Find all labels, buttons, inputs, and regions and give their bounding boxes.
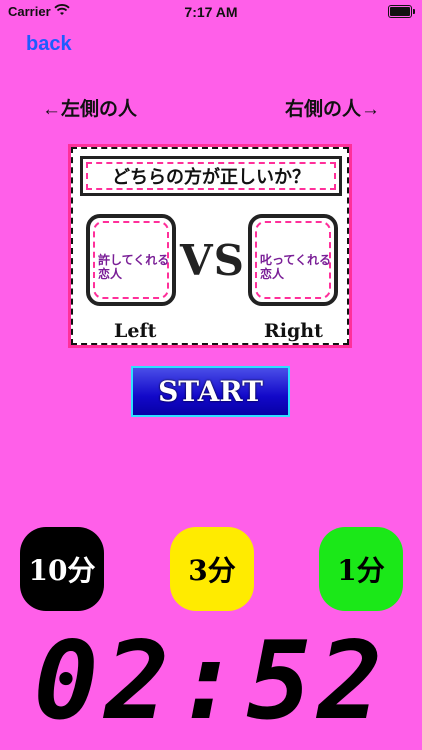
left-label: Left bbox=[114, 320, 157, 342]
question-text: どちらの方が正しいか？ bbox=[112, 167, 310, 188]
three-minute-button[interactable]: 3分 bbox=[170, 527, 254, 611]
countdown-timer: 02:52 bbox=[33, 618, 389, 744]
choice-left-box: 許してくれる恋人 bbox=[86, 214, 176, 306]
left-person-label: ←左側の人 bbox=[42, 99, 138, 120]
status-bar: Carrier 7:17 AM bbox=[0, 0, 422, 24]
question-box: どちらの方が正しいか？ bbox=[80, 156, 342, 196]
vs-label: VS bbox=[180, 236, 245, 285]
choice-left-text: 許してくれる恋人 bbox=[98, 253, 170, 281]
choice-right-text: 叱ってくれる恋人 bbox=[260, 253, 332, 281]
ten-minute-button[interactable]: 10分 bbox=[20, 527, 104, 611]
choice-right-box: 叱ってくれる恋人 bbox=[248, 214, 338, 306]
right-person-label: 右側の人→ bbox=[284, 99, 380, 120]
one-minute-button[interactable]: 1分 bbox=[319, 527, 403, 611]
battery-icon bbox=[388, 5, 415, 18]
start-button[interactable]: START bbox=[131, 366, 290, 417]
back-button[interactable]: back bbox=[26, 33, 72, 56]
right-label: Right bbox=[264, 320, 323, 342]
status-time: 7:17 AM bbox=[184, 4, 238, 20]
